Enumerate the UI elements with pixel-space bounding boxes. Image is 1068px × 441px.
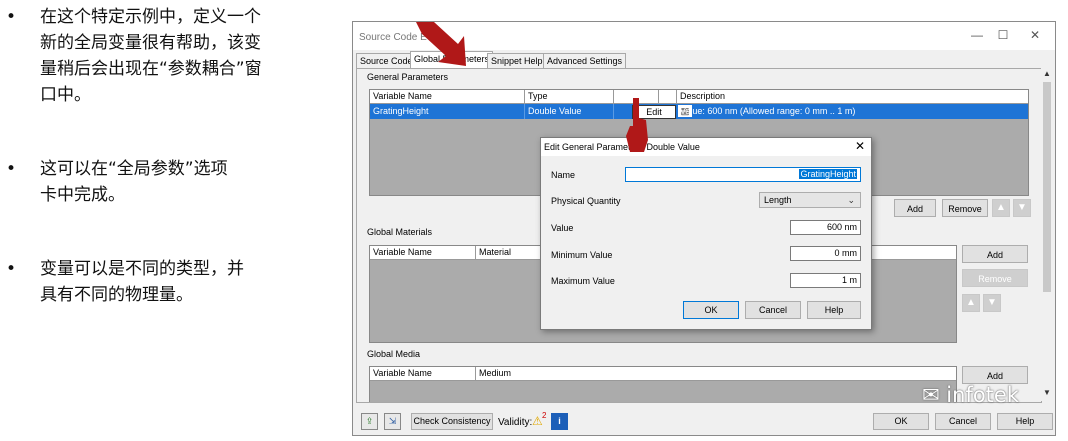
add-material-button[interactable]: Add xyxy=(962,245,1028,263)
bullet-line: 这可以在“全局参数”选项 xyxy=(40,159,228,179)
maximize-icon[interactable]: ☐ xyxy=(993,28,1013,44)
name-field[interactable]: GratingHeight xyxy=(625,167,861,182)
tab-source-code[interactable]: Source Code xyxy=(356,53,417,68)
column-header[interactable]: Medium xyxy=(476,367,956,380)
bottom-toolbar: ⇪ ⇲ Check Consistency Validity: ⚠ 2 i OK… xyxy=(353,410,1055,434)
row-description[interactable]: Value: 600 nm (Allowed range: 0 mm .. 1 … xyxy=(677,104,1028,119)
row-variable-name[interactable]: GratingHeight xyxy=(370,104,525,119)
wechat-icon: ✉ xyxy=(922,383,940,407)
dialog-help-button[interactable]: Help xyxy=(807,301,861,319)
name-label: Name xyxy=(551,170,576,180)
column-header[interactable]: Type xyxy=(525,90,614,103)
minimum-value-field[interactable]: 0 mm xyxy=(790,246,861,261)
table-row[interactable]: GratingHeight Double Value Edit ▤ Value:… xyxy=(370,104,1028,119)
maximum-value-label: Maximum Value xyxy=(551,276,615,286)
global-media-grid[interactable]: Variable Name Medium xyxy=(369,366,957,402)
tab-advanced-settings[interactable]: Advanced Settings xyxy=(543,53,627,68)
column-header[interactable]: Description xyxy=(677,90,1028,103)
vertical-scrollbar[interactable]: ▲ ▼ xyxy=(1041,68,1053,401)
close-icon[interactable]: ✕ xyxy=(1025,28,1045,44)
row-type[interactable]: Double Value xyxy=(525,104,614,119)
remove-parameter-button[interactable]: Remove xyxy=(942,199,988,217)
cancel-button[interactable]: Cancel xyxy=(935,413,991,430)
column-header xyxy=(659,90,677,103)
bullet-line: 新的全局变量很有帮助，该变 xyxy=(40,33,261,53)
watermark: ✉ infotek xyxy=(922,383,1019,407)
bullet-line: 卡中完成。 xyxy=(40,185,125,205)
red-arrow-icon xyxy=(416,22,466,66)
physical-quantity-value: Length xyxy=(764,195,792,205)
global-media-label: Global Media xyxy=(367,349,421,359)
tab-snippet-help[interactable]: Snippet Help xyxy=(487,53,547,68)
move-up-icon[interactable]: ▲ xyxy=(962,294,980,312)
check-consistency-button[interactable]: Check Consistency xyxy=(411,413,493,430)
maximum-value-field[interactable]: 1 m xyxy=(790,273,861,288)
move-down-icon[interactable]: ▼ xyxy=(983,294,1001,312)
global-materials-label: Global Materials xyxy=(367,227,433,237)
chevron-down-icon: ⌄ xyxy=(847,195,855,205)
edit-parameter-dialog: Edit General Parameter - Double Value ✕ … xyxy=(540,137,872,330)
bullet-line: 量稍后会出现在“参数耦合”窗 xyxy=(40,59,262,79)
info-icon[interactable]: i xyxy=(551,413,568,430)
remove-material-button[interactable]: Remove xyxy=(962,269,1028,287)
scroll-down-icon[interactable]: ▼ xyxy=(1042,388,1052,400)
minimum-value-label: Minimum Value xyxy=(551,250,613,260)
name-value: GratingHeight xyxy=(799,169,857,179)
pointing-hand-icon xyxy=(626,98,648,152)
scroll-thumb[interactable] xyxy=(1043,82,1051,292)
validity-label: Validity: xyxy=(498,417,533,428)
dialog-ok-button[interactable]: OK xyxy=(683,301,739,319)
bullet-dot: • xyxy=(6,159,17,179)
move-down-icon[interactable]: ▼ xyxy=(1013,199,1031,217)
add-parameter-button[interactable]: Add xyxy=(894,199,936,217)
import-icon[interactable]: ⇪ xyxy=(361,413,378,430)
general-parameters-label: General Parameters xyxy=(367,72,449,82)
watermark-text: infotek xyxy=(946,383,1019,407)
value-label: Value xyxy=(551,223,574,233)
grid-header: Variable Name Type Description xyxy=(370,90,1028,104)
help-button[interactable]: Help xyxy=(997,413,1053,430)
add-medium-button[interactable]: Add xyxy=(962,366,1028,384)
column-header[interactable]: Variable Name xyxy=(370,246,476,259)
grid-header: Variable Name Medium xyxy=(370,367,956,381)
column-header[interactable]: Variable Name xyxy=(370,367,476,380)
scroll-up-icon[interactable]: ▲ xyxy=(1042,69,1052,81)
dialog-cancel-button[interactable]: Cancel xyxy=(745,301,801,319)
bullet-line: 在这个特定示例中，定义一个 xyxy=(40,7,261,27)
column-header[interactable]: Variable Name xyxy=(370,90,525,103)
minimize-icon[interactable]: — xyxy=(967,28,987,44)
bullet-line: 变量可以是不同的类型，并 xyxy=(40,259,244,279)
physical-quantity-label: Physical Quantity xyxy=(551,196,621,206)
bullet-line: 口中。 xyxy=(40,85,91,105)
dialog-title-bar: Edit General Parameter - Double Value ✕ xyxy=(541,138,871,156)
bullet-line: 具有不同的物理量。 xyxy=(40,285,193,305)
export-icon[interactable]: ⇲ xyxy=(384,413,401,430)
bullet-dot: • xyxy=(6,7,17,27)
move-up-icon[interactable]: ▲ xyxy=(992,199,1010,217)
value-field[interactable]: 600 nm xyxy=(790,220,861,235)
physical-quantity-select[interactable]: Length ⌄ xyxy=(759,192,861,208)
bullet-dot: • xyxy=(6,259,17,279)
ok-button[interactable]: OK xyxy=(873,413,929,430)
dialog-close-icon[interactable]: ✕ xyxy=(855,139,865,153)
validity-count: 2 xyxy=(542,411,547,420)
